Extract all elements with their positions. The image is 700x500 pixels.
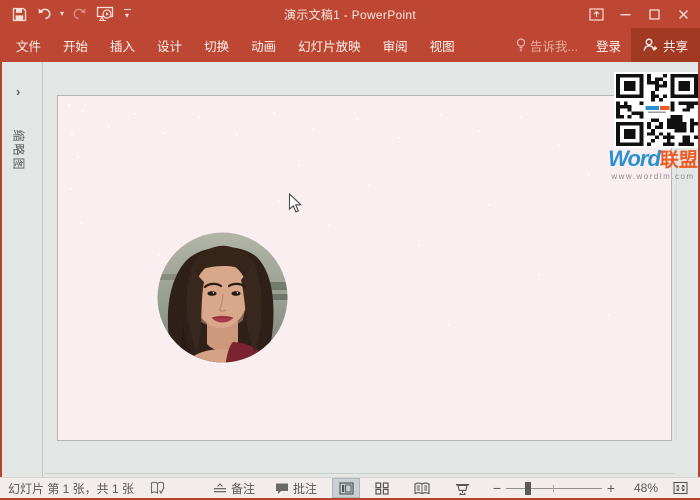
zoom-level: 48% — [622, 481, 658, 495]
close-icon[interactable] — [669, 0, 698, 28]
notes-label: 备注 — [231, 480, 255, 497]
tell-me-box[interactable]: 告诉我... — [508, 28, 586, 62]
normal-view-button[interactable] — [332, 478, 360, 498]
zoom-in-button[interactable]: + — [604, 480, 618, 496]
window-border-left — [0, 62, 2, 500]
comments-label: 批注 — [293, 480, 317, 497]
quick-access-toolbar: ▾ ▾ — [0, 4, 134, 24]
lightbulb-icon — [516, 38, 526, 52]
zoom-slider[interactable] — [506, 478, 602, 498]
fit-to-window-icon[interactable] — [666, 478, 694, 498]
comments-button[interactable]: 批注 — [275, 480, 317, 497]
tab-home[interactable]: 开始 — [52, 28, 99, 62]
expand-pane-icon[interactable]: › — [16, 84, 20, 99]
mouse-cursor — [288, 193, 304, 215]
titlebar: ▾ ▾ 演示文稿1 - PowerPoint — [0, 0, 700, 28]
tab-animations[interactable]: 动画 — [240, 28, 287, 62]
window-controls — [582, 0, 698, 28]
save-icon[interactable] — [8, 4, 30, 24]
ribbon-tab-row: 文件 开始 插入 设计 切换 动画 幻灯片放映 审阅 视图 告诉我... 登录 … — [0, 28, 700, 62]
slide-sorter-view-button[interactable] — [368, 478, 396, 498]
zoom-slider-thumb[interactable] — [525, 482, 531, 495]
tab-view[interactable]: 视图 — [419, 28, 466, 62]
slide-canvas[interactable] — [57, 95, 672, 441]
maximize-icon[interactable] — [640, 0, 669, 28]
watermark-logo: Word联盟 www.wordlm.com — [606, 148, 700, 181]
ribbon-display-options-icon[interactable] — [582, 0, 611, 28]
redo-icon — [68, 4, 90, 24]
thumbnail-pane-label: 缩略图 — [11, 112, 28, 190]
tab-insert[interactable]: 插入 — [99, 28, 146, 62]
start-slideshow-icon[interactable] — [94, 4, 116, 24]
horizontal-scrollbar[interactable] — [45, 473, 675, 474]
minimize-icon[interactable] — [611, 0, 640, 28]
tab-review[interactable]: 审阅 — [372, 28, 419, 62]
workspace: › 缩略图 — [2, 62, 698, 477]
tell-me-label: 告诉我... — [530, 36, 578, 55]
brand-league: 联盟 — [660, 150, 698, 171]
slide-counter: 幻灯片 第 1 张，共 1 张 — [8, 480, 134, 497]
reading-view-button[interactable] — [408, 478, 436, 498]
slide-sparkle-texture — [68, 104, 70, 106]
notes-button[interactable]: 备注 — [213, 480, 255, 497]
share-button[interactable]: 共享 — [631, 28, 700, 62]
qr-code — [614, 72, 700, 148]
zoom-out-button[interactable]: − — [490, 480, 504, 496]
brand-word: Word — [608, 146, 660, 171]
slideshow-view-button[interactable] — [448, 478, 476, 498]
comments-icon — [275, 482, 289, 495]
proofing-book-icon[interactable] — [150, 481, 165, 495]
tab-transitions[interactable]: 切换 — [193, 28, 240, 62]
undo-icon[interactable] — [34, 4, 56, 24]
tab-file[interactable]: 文件 — [5, 28, 52, 62]
customize-qat-icon[interactable]: ▾ — [120, 9, 134, 20]
circular-portrait-image[interactable] — [157, 232, 288, 363]
notes-icon — [213, 482, 227, 494]
thumbnail-pane-collapsed[interactable]: › 缩略图 — [2, 62, 43, 477]
undo-dropdown-icon[interactable]: ▾ — [60, 10, 64, 18]
person-plus-icon — [643, 38, 658, 52]
sign-in-button[interactable]: 登录 — [586, 28, 631, 62]
status-bar: 幻灯片 第 1 张，共 1 张 备注 批注 − + 4 — [0, 477, 700, 498]
tab-slideshow[interactable]: 幻灯片放映 — [287, 28, 372, 62]
brand-url: www.wordlm.com — [606, 173, 700, 181]
tab-design[interactable]: 设计 — [146, 28, 193, 62]
share-label: 共享 — [663, 36, 688, 55]
